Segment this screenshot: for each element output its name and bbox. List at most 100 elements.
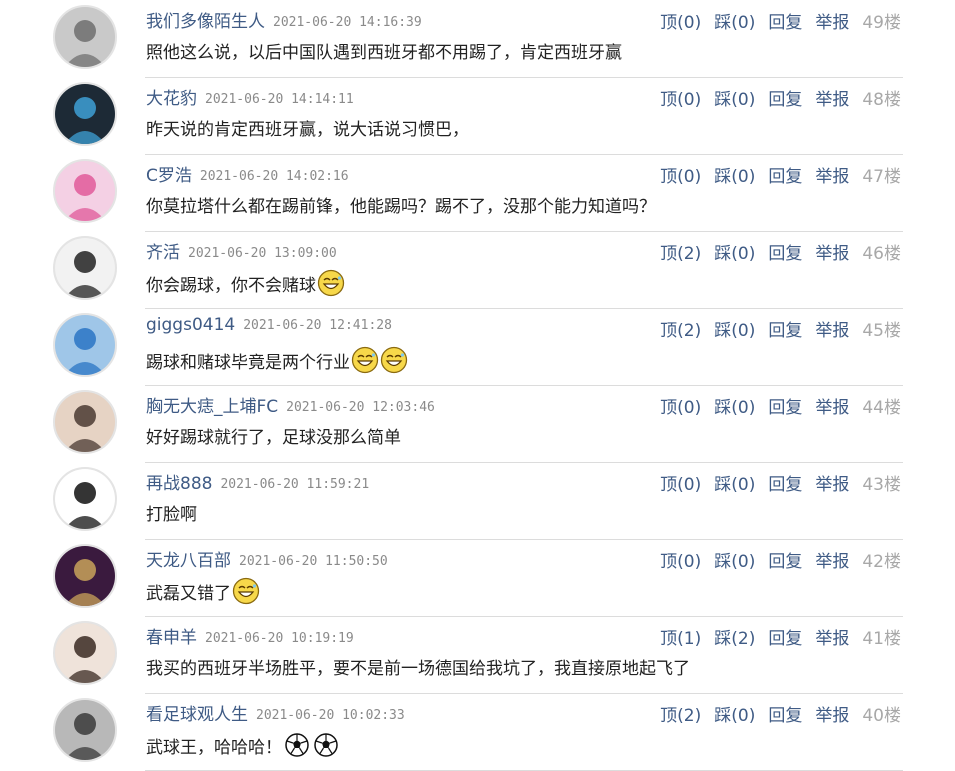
downvote-button[interactable]: 踩(0) [714,162,755,187]
avatar[interactable] [53,82,117,146]
reply-button[interactable]: 回复 [768,701,802,726]
avatar[interactable] [53,390,117,454]
avatar[interactable] [53,467,117,531]
upvote-button[interactable]: 顶(2) [660,701,701,726]
upvote-button[interactable]: 顶(2) [660,316,701,341]
username[interactable]: C罗浩 [146,166,192,186]
comment-text: 你莫拉塔什么都在踢前锋，他能踢吗？踢不了，没那个能力知道吗？ [146,197,656,217]
laughing-emoji-icon [380,346,408,374]
downvote-button[interactable]: 踩(0) [714,701,755,726]
reply-button[interactable]: 回复 [768,624,802,649]
report-button[interactable]: 举报 [815,85,849,110]
reply-button[interactable]: 回复 [768,85,802,110]
username-link[interactable]: C罗浩 2021-06-20 14:02:16 [146,161,349,186]
upvote-button[interactable]: 顶(0) [660,8,701,33]
username-link[interactable]: 胸无大痣_上埔FC 2021-06-20 12:03:46 [146,392,435,417]
laughing-emoji-icon [351,346,379,374]
report-button[interactable]: 举报 [815,393,849,418]
username-link[interactable]: 再战888 2021-06-20 11:59:21 [146,469,369,494]
username[interactable]: 春申羊 [146,628,197,648]
username[interactable]: 大花豹 [146,89,197,109]
comment-row: giggs0414 2021-06-20 12:41:28 踢球和赌球毕竟是两个行… [0,308,955,386]
report-button[interactable]: 举报 [815,701,849,726]
comment-row: C罗浩 2021-06-20 14:02:16 你莫拉塔什么都在踢前锋，他能踢吗？… [0,154,955,232]
comment-list: 我们多像陌生人 2021-06-20 14:16:39 照他这么说，以后中国队遇到… [0,0,955,771]
downvote-button[interactable]: 踩(0) [714,316,755,341]
comment-text-container: 你莫拉塔什么都在踢前锋，他能踢吗？踢不了，没那个能力知道吗？ [146,192,656,217]
avatar[interactable] [53,313,117,377]
report-button[interactable]: 举报 [815,8,849,33]
username[interactable]: 齐活 [146,243,180,263]
reply-button[interactable]: 回复 [768,162,802,187]
username[interactable]: 再战888 [146,474,212,494]
comment-time: 2021-06-20 14:16:39 [273,15,422,30]
username[interactable]: giggs0414 [146,315,235,335]
downvote-button[interactable]: 踩(0) [714,393,755,418]
downvote-button[interactable]: 踩(0) [714,547,755,572]
avatar[interactable] [53,5,117,69]
comment-time: 2021-06-20 11:59:21 [220,477,370,492]
upvote-button[interactable]: 顶(0) [660,162,701,187]
reply-button[interactable]: 回复 [768,8,802,33]
downvote-button[interactable]: 踩(0) [714,85,755,110]
report-button[interactable]: 举报 [815,162,849,187]
reply-button[interactable]: 回复 [768,470,802,495]
username-link[interactable]: 我们多像陌生人 2021-06-20 14:16:39 [146,7,422,32]
floor-number: 49楼 [862,13,901,33]
username[interactable]: 我们多像陌生人 [146,12,265,32]
comment-time: 2021-06-20 14:14:11 [205,92,354,107]
upvote-button[interactable]: 顶(0) [660,470,701,495]
comment-actions: 顶(0) 踩(0) 回复 举报 43楼 [660,470,901,495]
username-link[interactable]: 齐活 2021-06-20 13:09:00 [146,238,337,263]
comment-actions: 顶(0) 踩(0) 回复 举报 49楼 [660,8,901,33]
avatar[interactable] [53,621,117,685]
reply-button[interactable]: 回复 [768,547,802,572]
comment-actions: 顶(2) 踩(0) 回复 举报 40楼 [660,701,901,726]
comment-text-container: 昨天说的肯定西班牙赢，说大话说习惯巴， [146,115,469,140]
upvote-button[interactable]: 顶(2) [660,239,701,264]
username-link[interactable]: 春申羊 2021-06-20 10:19:19 [146,623,354,648]
downvote-button[interactable]: 踩(0) [714,8,755,33]
avatar[interactable] [53,698,117,762]
comment-time: 2021-06-20 12:41:28 [243,318,392,333]
comment-text: 武磊又错了 [146,583,231,604]
avatar[interactable] [53,159,117,223]
comment-actions: 顶(2) 踩(0) 回复 举报 45楼 [660,316,901,341]
username-link[interactable]: 大花豹 2021-06-20 14:14:11 [146,84,354,109]
reply-button[interactable]: 回复 [768,239,802,264]
username[interactable]: 天龙八百部 [146,551,231,571]
upvote-button[interactable]: 顶(0) [660,85,701,110]
floor-number: 45楼 [862,321,901,341]
comment-actions: 顶(0) 踩(0) 回复 举报 44楼 [660,393,901,418]
downvote-button[interactable]: 踩(0) [714,470,755,495]
downvote-button[interactable]: 踩(2) [714,624,755,649]
comment-text: 打脸啊 [146,505,197,525]
comment-row: 胸无大痣_上埔FC 2021-06-20 12:03:46 好好踢球就行了，足球没… [0,385,955,463]
soccer-ball-emoji-icon [312,731,340,759]
upvote-button[interactable]: 顶(1) [660,624,701,649]
downvote-button[interactable]: 踩(0) [714,239,755,264]
report-button[interactable]: 举报 [815,470,849,495]
report-button[interactable]: 举报 [815,316,849,341]
reply-button[interactable]: 回复 [768,316,802,341]
report-button[interactable]: 举报 [815,239,849,264]
username-link[interactable]: 看足球观人生 2021-06-20 10:02:33 [146,700,405,725]
username[interactable]: 看足球观人生 [146,705,248,725]
username-link[interactable]: giggs0414 2021-06-20 12:41:28 [146,315,392,335]
floor-number: 44楼 [862,398,901,418]
comment-actions: 顶(0) 踩(0) 回复 举报 47楼 [660,162,901,187]
comment-text: 照他这么说，以后中国队遇到西班牙都不用踢了，肯定西班牙赢 [146,43,622,63]
report-button[interactable]: 举报 [815,547,849,572]
upvote-button[interactable]: 顶(0) [660,547,701,572]
comment-text-container: 好好踢球就行了，足球没那么简单 [146,423,401,448]
report-button[interactable]: 举报 [815,624,849,649]
comment-time: 2021-06-20 13:09:00 [188,246,337,261]
reply-button[interactable]: 回复 [768,393,802,418]
username-link[interactable]: 天龙八百部 2021-06-20 11:50:50 [146,546,388,571]
username[interactable]: 胸无大痣_上埔FC [146,397,278,417]
comment-time: 2021-06-20 11:50:50 [239,554,388,569]
avatar[interactable] [53,544,117,608]
avatar[interactable] [53,236,117,300]
comment-text-container: 打脸啊 [146,500,197,525]
upvote-button[interactable]: 顶(0) [660,393,701,418]
